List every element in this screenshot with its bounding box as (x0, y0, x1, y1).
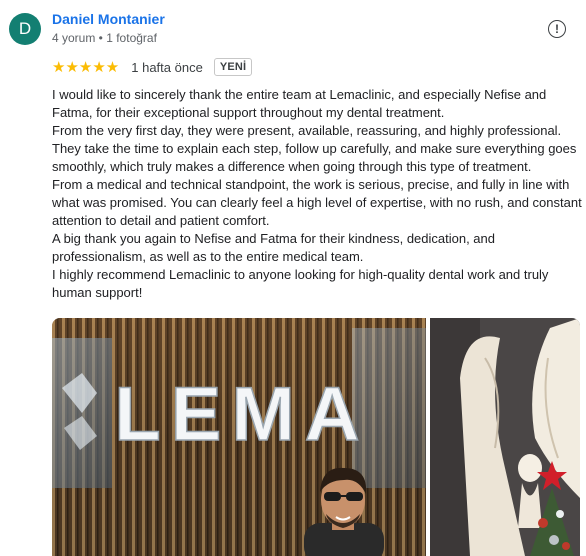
report-icon[interactable]: ! (548, 20, 566, 38)
review-text: I would like to sincerely thank the enti… (52, 86, 582, 302)
angel-statue-image (430, 318, 580, 556)
reviewer-name[interactable]: Daniel Montanier (52, 11, 165, 27)
review-photos: LEMA (52, 318, 580, 556)
clinic-sign-text: LEMA (114, 372, 369, 457)
clinic-sign-image: LEMA (52, 318, 426, 556)
review-paragraph: From the very first day, they were prese… (52, 123, 577, 174)
review-paragraph: From a medical and technical standpoint,… (52, 177, 582, 228)
reviewer-avatar[interactable]: D (9, 13, 41, 45)
review-paragraph: A big thank you again to Nefise and Fatm… (52, 231, 495, 264)
star-rating-icon: ★★★★★ (52, 59, 120, 76)
review-time: 1 hafta önce (131, 59, 203, 75)
review-paragraph: I would like to sincerely thank the enti… (52, 87, 547, 120)
review-paragraph: I highly recommend Lemaclinic to anyone … (52, 267, 549, 300)
rating-row: ★★★★★ 1 hafta önce YENİ (52, 56, 253, 78)
review-photo-clinic-sign[interactable]: LEMA (52, 318, 426, 556)
review-photo-angel-decor[interactable] (430, 318, 580, 556)
reviewer-meta: 4 yorum • 1 fotoğraf (52, 31, 157, 45)
new-badge: YENİ (213, 58, 253, 76)
